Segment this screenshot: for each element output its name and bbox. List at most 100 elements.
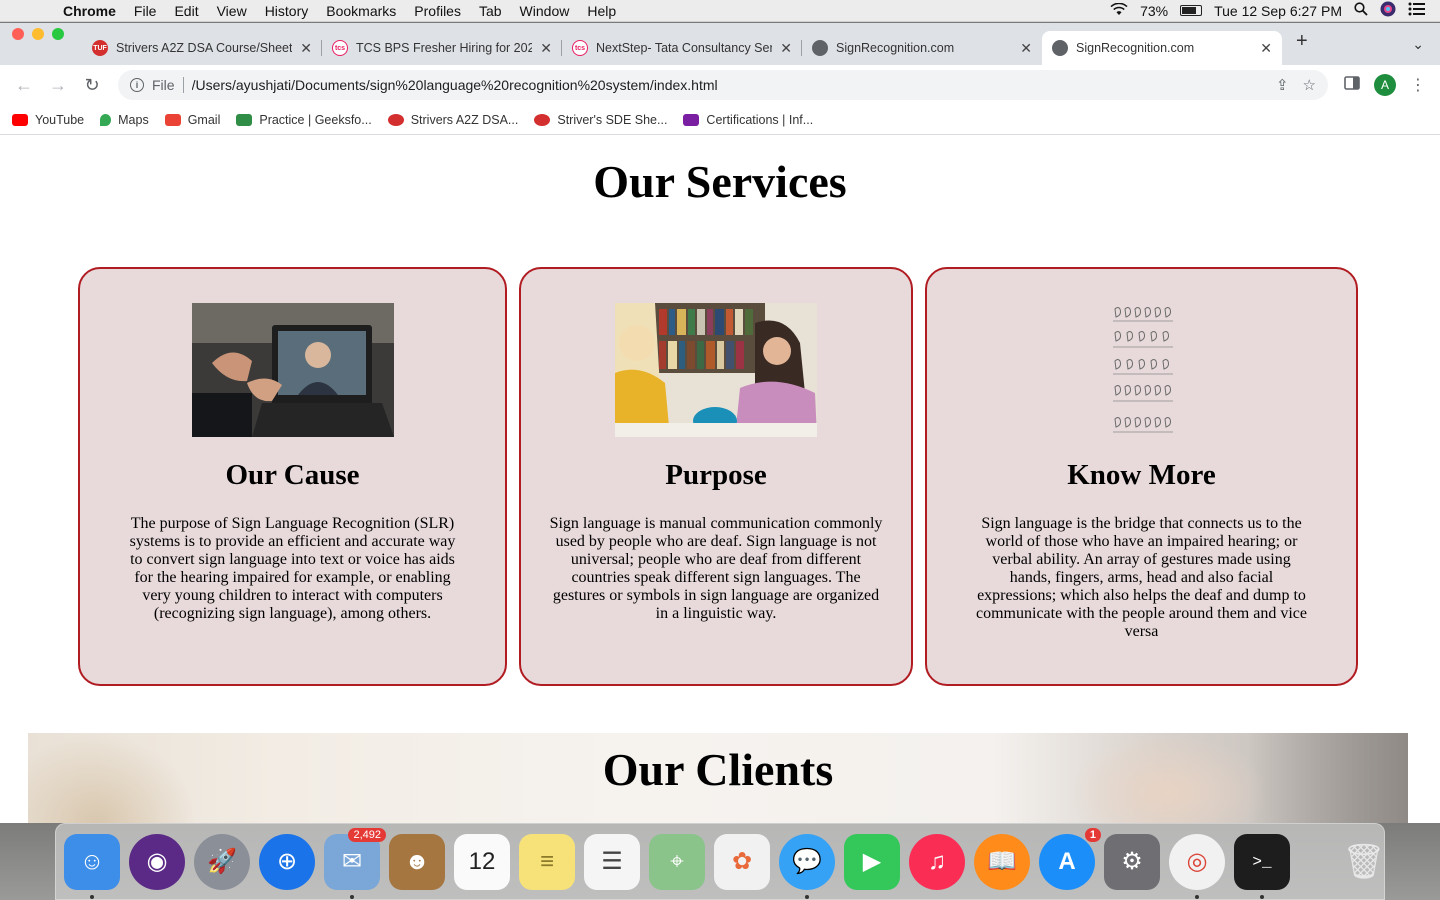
bookmark-certifications[interactable]: Certifications | Inf... — [683, 113, 813, 127]
info-icon[interactable]: i — [130, 78, 144, 92]
spotlight-search-icon[interactable] — [1354, 2, 1368, 19]
globe-icon — [1052, 40, 1068, 56]
datetime[interactable]: Tue 12 Sep 6:27 PM — [1214, 3, 1342, 19]
app-store-icon[interactable]: A1 — [1039, 827, 1101, 890]
bookmark-strivers-sde[interactable]: Striver's SDE She... — [534, 113, 667, 127]
messages-icon[interactable]: 💬 — [779, 833, 835, 899]
bookmark-geeksforgeeks[interactable]: Practice | Geeksfo... — [236, 113, 372, 127]
youtube-icon — [12, 113, 28, 126]
menu-bookmarks[interactable]: Bookmarks — [317, 3, 405, 19]
menu-app-name[interactable]: Chrome — [54, 3, 125, 19]
more-menu-icon[interactable]: ⋮ — [1410, 75, 1426, 95]
services-heading: Our Services — [593, 156, 847, 207]
card-title: Purpose — [665, 459, 767, 491]
tab-search-chevron-down-icon[interactable]: ⌄ — [1396, 36, 1440, 53]
tcs-favicon-icon: tcs — [572, 40, 588, 56]
card-description: The purpose of Sign Language Recognition… — [129, 515, 456, 622]
mail-badge: 2,492 — [348, 827, 386, 842]
tab-title: TCS BPS Fresher Hiring for 2023 — [356, 41, 533, 55]
maps-icon[interactable]: ⌖ — [649, 833, 705, 890]
wifi-icon[interactable] — [1110, 2, 1128, 19]
minimize-window-button[interactable] — [32, 28, 44, 40]
globe-icon — [812, 40, 828, 56]
browser-toolbar: ← → ↻ i File /Users/ayushjati/Documents/… — [0, 65, 1440, 105]
bookmark-strivers-a2z[interactable]: Strivers A2Z DSA... — [387, 112, 519, 127]
tab-title: Strivers A2Z DSA Course/Sheet — [116, 41, 293, 55]
control-center-icon[interactable] — [1408, 2, 1426, 19]
tab-tcs-bps[interactable]: tcs TCS BPS Fresher Hiring for 2023 ✕ — [322, 31, 562, 65]
bookmark-star-icon[interactable]: ☆ — [1303, 76, 1316, 94]
trash-icon[interactable]: 🗑 — [1336, 834, 1392, 890]
macos-menubar: Chrome File Edit View History Bookmarks … — [0, 0, 1440, 22]
close-tab-icon[interactable]: ✕ — [540, 40, 552, 57]
tuf-icon — [387, 113, 404, 126]
tab-strivers-a2z[interactable]: TUF Strivers A2Z DSA Course/Sheet ✕ — [82, 31, 322, 65]
bookmark-label: YouTube — [35, 112, 85, 127]
infosys-icon — [683, 113, 700, 126]
mail-icon[interactable]: ✉ 2,492 — [324, 827, 386, 899]
menu-file[interactable]: File — [125, 3, 166, 19]
menu-history[interactable]: History — [256, 3, 318, 19]
siri-app-icon[interactable]: ◉ — [129, 833, 185, 890]
finder-icon[interactable]: ☺ — [64, 833, 120, 899]
reload-icon[interactable]: ↻ — [78, 75, 106, 96]
menu-edit[interactable]: Edit — [165, 3, 207, 19]
service-card-know-more: Know More Sign language is the bridge th… — [925, 267, 1358, 686]
web-page: Our Services Our Cause The purpose of Si — [0, 140, 1440, 823]
menu-help[interactable]: Help — [578, 3, 625, 19]
tuf-favicon-icon: TUF — [92, 40, 108, 56]
tab-title: SignRecognition.com — [836, 41, 955, 55]
facetime-icon[interactable]: ▶ — [844, 833, 900, 890]
safari-icon[interactable]: ⊕ — [259, 833, 315, 890]
system-preferences-icon[interactable]: ⚙ — [1104, 833, 1160, 890]
maps-pin-icon — [100, 113, 112, 126]
music-icon[interactable]: ♫ — [909, 833, 965, 890]
new-tab-plus-icon[interactable]: + — [1282, 30, 1322, 59]
side-panel-icon[interactable] — [1344, 75, 1360, 95]
contacts-icon[interactable]: ☻ — [389, 833, 445, 890]
tab-signrecognition[interactable]: SignRecognition.com ✕ — [802, 31, 1042, 65]
service-card-our-cause: Our Cause The purpose of Sign Language R… — [78, 267, 507, 686]
zoom-window-button[interactable] — [52, 28, 64, 40]
video-call-image — [191, 303, 394, 437]
status-area: 73% Tue 12 Sep 6:27 PM — [1110, 1, 1440, 20]
menu-profiles[interactable]: Profiles — [405, 3, 470, 19]
chrome-icon[interactable]: ◎ — [1169, 833, 1225, 899]
geeksforgeeks-icon — [236, 113, 253, 126]
tab-signrecognition-active[interactable]: SignRecognition.com ✕ — [1042, 31, 1282, 65]
profile-avatar[interactable]: A — [1374, 74, 1396, 96]
reminders-icon[interactable]: ☰ — [584, 833, 640, 890]
close-tab-icon[interactable]: ✕ — [780, 40, 792, 57]
macos-dock: ☺ ◉ 🚀 ⊕ ✉ 2,492 ☻ 12 ≡ ☰ ⌖ ✿ 💬 ▶ ♫ 📖 A1 ⚙… — [55, 823, 1386, 900]
close-tab-icon[interactable]: ✕ — [1260, 40, 1272, 57]
bookmark-label: Strivers A2Z DSA... — [410, 112, 519, 127]
back-arrow-icon[interactable]: ← — [10, 75, 38, 96]
menu-tab[interactable]: Tab — [470, 3, 511, 19]
url-text[interactable]: /Users/ayushjati/Documents/sign%20langua… — [192, 77, 1262, 93]
terminal-icon[interactable]: >_ — [1234, 833, 1290, 899]
tab-strip: TUF Strivers A2Z DSA Course/Sheet ✕ tcs … — [0, 23, 1440, 65]
browser-window: TUF Strivers A2Z DSA Course/Sheet ✕ tcs … — [0, 23, 1440, 823]
bookmark-gmail[interactable]: Gmail — [164, 113, 220, 127]
books-icon[interactable]: 📖 — [974, 833, 1030, 890]
toolbar-right: A ⋮ — [1334, 74, 1430, 96]
launchpad-icon[interactable]: 🚀 — [194, 833, 250, 890]
share-icon[interactable]: ⇪ — [1276, 76, 1289, 94]
photos-icon[interactable]: ✿ — [714, 833, 770, 890]
notes-icon[interactable]: ≡ — [519, 833, 575, 890]
close-tab-icon[interactable]: ✕ — [1020, 40, 1032, 57]
close-tab-icon[interactable]: ✕ — [300, 40, 312, 57]
menu-window[interactable]: Window — [511, 3, 579, 19]
calendar-icon[interactable]: 12 — [454, 833, 510, 890]
menu-view[interactable]: View — [208, 3, 256, 19]
address-bar[interactable]: i File /Users/ayushjati/Documents/sign%2… — [118, 70, 1328, 100]
battery-icon[interactable] — [1180, 5, 1203, 16]
siri-icon[interactable] — [1380, 1, 1396, 20]
app-store-badge: 1 — [1084, 827, 1101, 842]
url-scheme-label: File — [152, 77, 184, 93]
bookmark-maps[interactable]: Maps — [100, 113, 149, 127]
close-window-button[interactable] — [12, 28, 24, 40]
forward-arrow-icon[interactable]: → — [44, 75, 72, 96]
bookmark-youtube[interactable]: YouTube — [12, 113, 84, 127]
tab-nextstep-tcs[interactable]: tcs NextStep- Tata Consultancy Services … — [562, 31, 802, 65]
